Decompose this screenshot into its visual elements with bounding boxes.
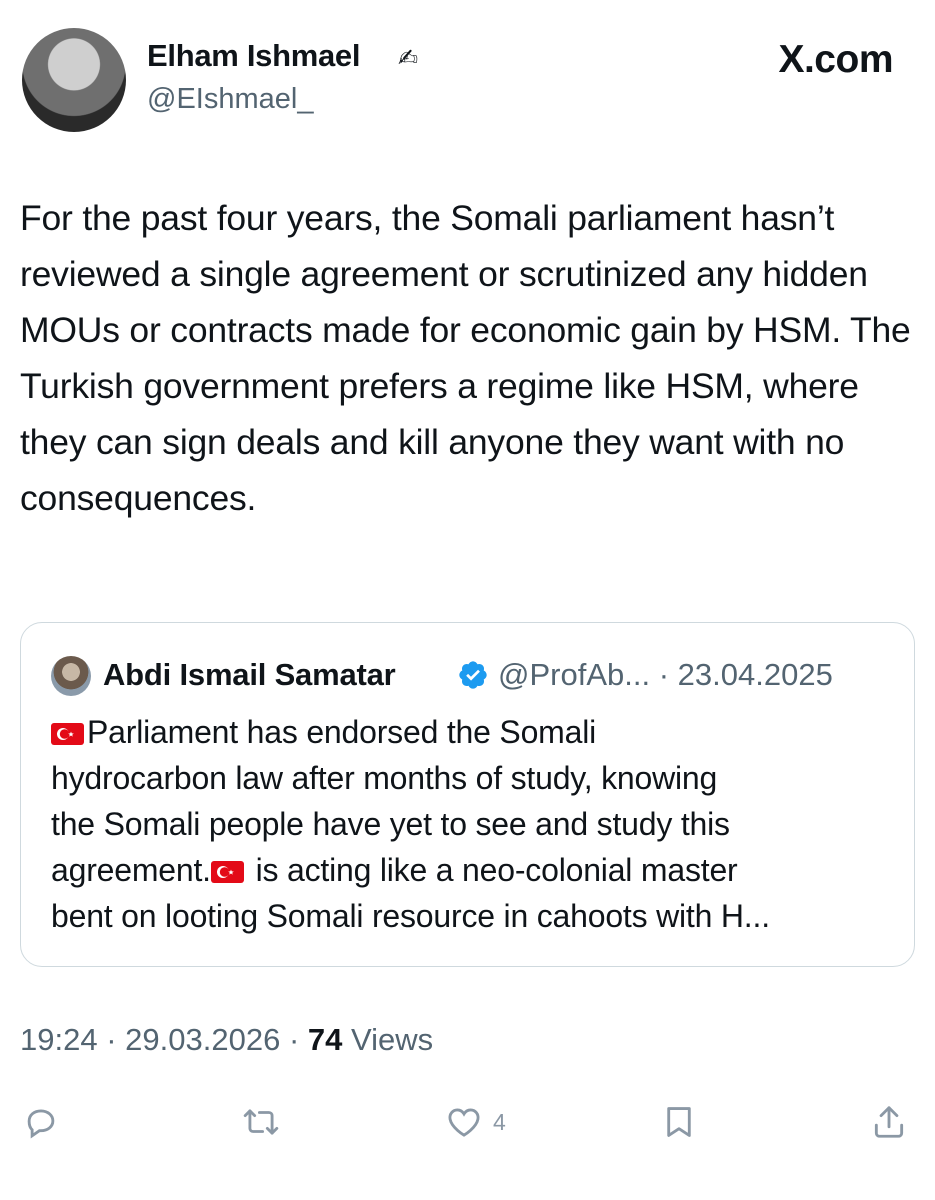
quoted-author-handle: @ProfAb... (498, 657, 651, 692)
author-handle[interactable]: @EIshmael_ (147, 83, 313, 116)
meta-separator: · (288, 1022, 300, 1057)
tweet-time[interactable]: 19:24 (20, 1022, 98, 1057)
quoted-line-5: bent on looting Somali resource in cahoo… (51, 898, 770, 934)
quoted-tweet-text: Parliament has endorsed the Somali hydro… (51, 709, 901, 939)
author-avatar[interactable] (22, 28, 126, 132)
quoted-author-avatar (51, 656, 91, 696)
writing-hand-emoji: ✍ (398, 45, 419, 72)
bookmark-icon (667, 1107, 691, 1137)
heart-icon (448, 1108, 480, 1137)
turkey-flag-icon (210, 861, 244, 883)
bookmark-button[interactable] (660, 1100, 698, 1144)
retweet-icon (243, 1109, 279, 1135)
turkey-flag-icon (51, 723, 84, 745)
quoted-line-4: agreement. is acting like a neo-colonial… (51, 852, 738, 888)
quoted-author-name: Abdi Ismail Samatar (103, 657, 396, 692)
like-button[interactable]: 4 (445, 1100, 506, 1144)
views-label: Views (351, 1022, 434, 1057)
like-count: 4 (493, 1108, 506, 1135)
tweet-meta: 19:24 · 29.03.2026 · 74 Views (20, 1022, 433, 1058)
verified-badge-icon (459, 661, 487, 689)
quoted-separator: · (650, 657, 678, 692)
retweet-button[interactable] (242, 1100, 280, 1144)
reply-button[interactable] (22, 1100, 60, 1144)
quoted-tweet-card[interactable]: Abdi Ismail Samatar @ProfAb... · 23.04.2… (20, 622, 915, 967)
meta-separator: · (106, 1022, 117, 1057)
brand-logo: X.com (778, 38, 893, 81)
quoted-line-2: hydrocarbon law after months of study, k… (51, 760, 718, 796)
share-icon (874, 1106, 904, 1138)
quoted-date: 23.04.2025 (677, 657, 833, 692)
tweet-text: For the past four years, the Somali parl… (20, 198, 911, 518)
quoted-handle-date: @ProfAb... · 23.04.2025 (498, 657, 833, 693)
views-count: 74 (307, 1022, 343, 1057)
quoted-line-3: the Somali people have yet to see and st… (51, 806, 730, 842)
reply-icon (27, 1109, 55, 1139)
share-button[interactable] (870, 1100, 908, 1144)
tweet-date[interactable]: 29.03.2026 (125, 1022, 280, 1057)
author-display-name[interactable]: Elham Ishmael (147, 38, 361, 74)
quoted-line-1: Parliament has endorsed the Somali (51, 709, 901, 755)
